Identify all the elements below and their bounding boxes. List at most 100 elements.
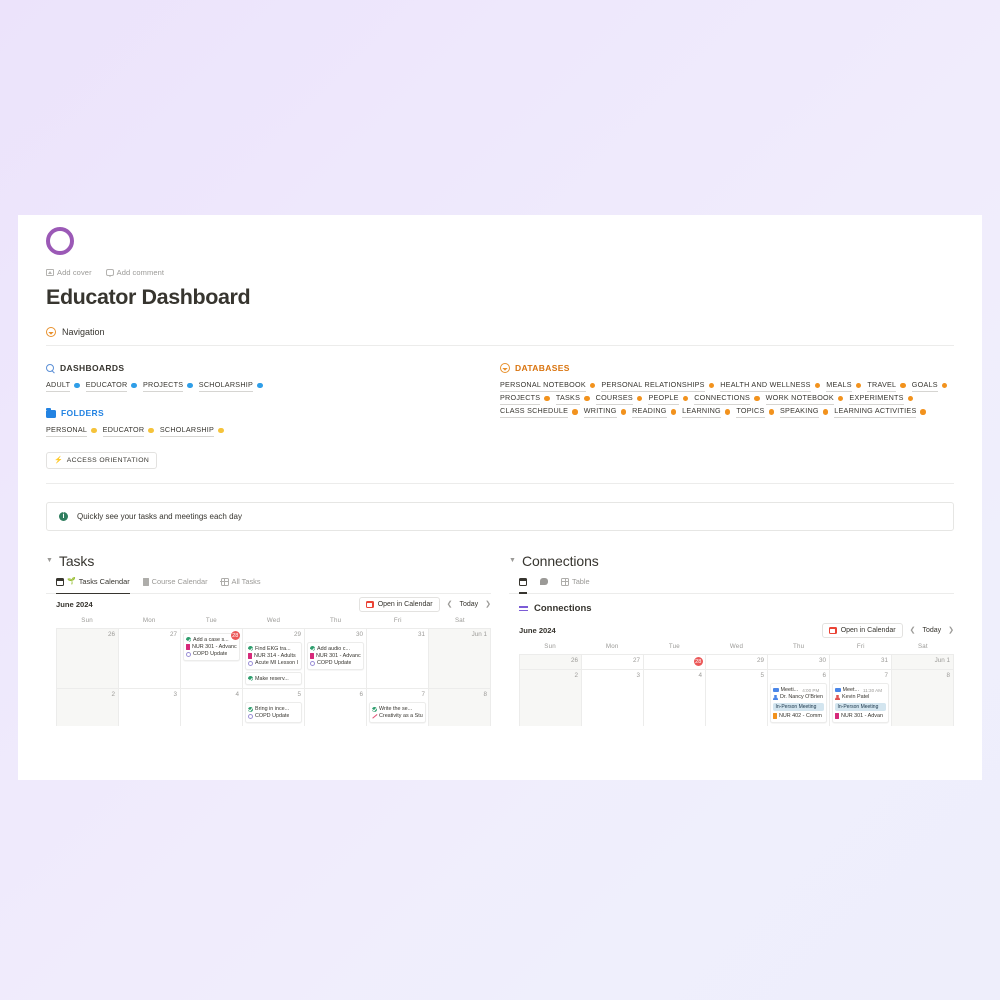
calendar-event-card[interactable]: Find EKG tra... NUR 314 - Adults Acute MI …	[245, 641, 302, 670]
calendar-day-cell[interactable]: 8	[892, 670, 954, 726]
connections-tab-table[interactable]: Table	[560, 577, 590, 589]
database-link[interactable]: PROJECTS	[500, 392, 541, 406]
dashboard-link[interactable]: PROJECTS	[142, 379, 184, 393]
connections-board-header[interactable]: ▼ Connections	[509, 553, 954, 569]
tasks-tab-course-calendar[interactable]: Course Calendar	[142, 577, 208, 589]
calendar-event-line[interactable]: Find EKG tra...	[248, 645, 299, 652]
calendar-event-line[interactable]: COPD Update	[186, 651, 237, 658]
database-link[interactable]: TRAVEL	[867, 379, 897, 393]
add-comment-button[interactable]: Add comment	[105, 268, 164, 277]
tasks-open-in-calendar-button[interactable]: Open in Calendar	[359, 597, 440, 612]
calendar-day-cell[interactable]: 5 Bring in ince... COPD Update	[243, 689, 305, 727]
calendar-event-line[interactable]: Meeti... 4:00 PM	[773, 686, 824, 693]
database-link[interactable]: EXPERIMENTS	[849, 392, 904, 406]
database-link[interactable]: WORK NOTEBOOK	[765, 392, 834, 406]
calendar-day-cell[interactable]: 31	[830, 654, 892, 670]
folder-link[interactable]: PERSONAL	[46, 424, 88, 438]
database-link[interactable]: PEOPLE	[648, 392, 679, 406]
database-link[interactable]: CONNECTIONS	[694, 392, 751, 406]
database-link[interactable]: MEALS	[826, 379, 852, 393]
tasks-today-button[interactable]: Today	[459, 601, 478, 608]
calendar-event-card[interactable]: Add audio c... NUR 301 - Advanc COPD Updat…	[307, 641, 364, 670]
calendar-event-line[interactable]: NUR 314 - Adults	[248, 652, 299, 659]
calendar-event-line[interactable]: Creativity as a Stu	[372, 713, 423, 720]
calendar-event-card[interactable]: Make reserv...	[245, 671, 302, 686]
calendar-day-cell[interactable]: Jun 1	[429, 628, 491, 689]
connections-open-in-calendar-button[interactable]: Open in Calendar	[822, 623, 903, 638]
calendar-day-cell[interactable]: 30	[768, 654, 830, 670]
folder-link[interactable]: EDUCATOR	[102, 424, 145, 438]
calendar-day-cell[interactable]: 29	[706, 654, 768, 670]
calendar-event-line[interactable]: COPD Update	[310, 660, 361, 667]
calendar-day-cell[interactable]: 2	[519, 670, 582, 726]
calendar-day-cell[interactable]: 6 Meeti... 4:00 PM Dr. Nancy O'Brien In-Pers…	[768, 670, 830, 726]
calendar-day-cell[interactable]: 3	[582, 670, 644, 726]
calendar-event-line[interactable]: COPD Update	[248, 713, 299, 720]
calendar-day-cell[interactable]: 2	[56, 689, 119, 727]
calendar-event-line[interactable]: Add a case s...	[186, 636, 231, 643]
calendar-event-card[interactable]: Meeti... 4:00 PM Dr. Nancy O'Brien In-Perso…	[770, 683, 827, 723]
connections-tab-view-1[interactable]	[540, 578, 548, 588]
database-link[interactable]: TASKS	[555, 392, 581, 406]
calendar-event-line[interactable]: Meet... 11:30 AM	[835, 686, 886, 693]
calendar-day-cell[interactable]: 4	[181, 689, 243, 727]
calendar-day-cell[interactable]: 26	[56, 628, 119, 689]
calendar-event-card[interactable]: Meet... 11:30 AM Kevin Patel In-Person Meet…	[832, 683, 889, 723]
calendar-day-cell[interactable]: 26	[519, 654, 582, 670]
tasks-board-header[interactable]: ▼ Tasks	[46, 553, 491, 569]
calendar-day-cell[interactable]: 7 Write the se... Creativity as a Stu	[367, 689, 429, 727]
calendar-event-line[interactable]: NUR 402 - Comm	[773, 712, 824, 719]
navigation-toggle[interactable]: Navigation	[46, 327, 954, 346]
database-link[interactable]: HEALTH AND WELLNESS	[720, 379, 811, 393]
calendar-day-cell[interactable]: 28 Add a case s... NUR 301 - Advanc COPD Up…	[181, 628, 243, 689]
calendar-day-cell[interactable]: 7 Meet... 11:30 AM Kevin Patel In-Person Mee…	[830, 670, 892, 726]
dashboard-link[interactable]: SCHOLARSHIP	[198, 379, 254, 393]
connections-tab-view-0[interactable]	[518, 577, 528, 594]
calendar-event-line[interactable]: Bring in ince...	[248, 705, 299, 712]
calendar-event-card[interactable]: Write the se... Creativity as a Stu	[369, 702, 426, 724]
calendar-day-cell[interactable]: 8	[429, 689, 491, 727]
calendar-event-line[interactable]: NUR 301 - Advan	[835, 712, 886, 719]
add-cover-button[interactable]: Add cover	[46, 268, 92, 277]
calendar-event-card[interactable]: Bring in ince... COPD Update	[245, 702, 302, 724]
database-link[interactable]: WRITING	[583, 405, 617, 419]
access-orientation-button[interactable]: ⚡ ACCESS ORIENTATION	[46, 452, 158, 470]
dashboard-link[interactable]: ADULT	[46, 379, 71, 393]
connections-today-button[interactable]: Today	[922, 627, 941, 634]
database-link[interactable]: PERSONAL RELATIONSHIPS	[601, 379, 705, 393]
calendar-day-cell[interactable]: 31	[367, 628, 429, 689]
calendar-event-line[interactable]: Make reserv...	[248, 675, 299, 682]
database-link[interactable]: SPEAKING	[780, 405, 819, 419]
calendar-event-line[interactable]: Acute MI Lesson I	[248, 660, 299, 667]
connections-prev-month-button[interactable]: ❮	[910, 627, 916, 634]
page-icon[interactable]	[46, 227, 76, 257]
calendar-event-line[interactable]: Add audio c...	[310, 645, 361, 652]
calendar-day-cell[interactable]: 3	[119, 689, 181, 727]
calendar-day-cell[interactable]: 28	[644, 654, 706, 670]
calendar-day-cell[interactable]: 5	[706, 670, 768, 726]
dashboard-link[interactable]: EDUCATOR	[85, 379, 128, 393]
tasks-prev-month-button[interactable]: ❮	[447, 601, 453, 608]
tasks-next-month-button[interactable]: ❯	[485, 601, 491, 608]
database-link[interactable]: READING	[632, 405, 667, 419]
database-link[interactable]: TOPICS	[736, 405, 765, 419]
database-link[interactable]: LEARNING	[682, 405, 721, 419]
calendar-day-cell[interactable]: 27	[119, 628, 181, 689]
calendar-day-cell[interactable]: 6	[305, 689, 367, 727]
calendar-event-line[interactable]: Kevin Patel	[835, 694, 886, 701]
tasks-tab-tasks-calendar[interactable]: 🌱 Tasks Calendar	[55, 577, 130, 595]
calendar-event-line[interactable]: NUR 301 - Advanc	[310, 652, 361, 659]
calendar-event-line[interactable]: NUR 301 - Advanc	[186, 643, 237, 650]
connections-next-month-button[interactable]: ❯	[948, 627, 954, 634]
calendar-event-line[interactable]: Write the se...	[372, 705, 423, 712]
page-title[interactable]: Educator Dashboard	[46, 285, 954, 310]
calendar-day-cell[interactable]: 29 Find EKG tra... NUR 314 - Adults Acute M…	[243, 628, 305, 689]
database-link[interactable]: COURSES	[595, 392, 633, 406]
database-link[interactable]: GOALS	[911, 379, 938, 393]
folder-link[interactable]: SCHOLARSHIP	[159, 424, 215, 438]
database-link[interactable]: LEARNING ACTIVITIES	[834, 405, 917, 419]
calendar-day-cell[interactable]: 4	[644, 670, 706, 726]
calendar-event-line[interactable]: Dr. Nancy O'Brien	[773, 694, 824, 701]
calendar-day-cell[interactable]: 30 Add audio c... NUR 301 - Advanc COPD Upd…	[305, 628, 367, 689]
calendar-day-cell[interactable]: 27	[582, 654, 644, 670]
